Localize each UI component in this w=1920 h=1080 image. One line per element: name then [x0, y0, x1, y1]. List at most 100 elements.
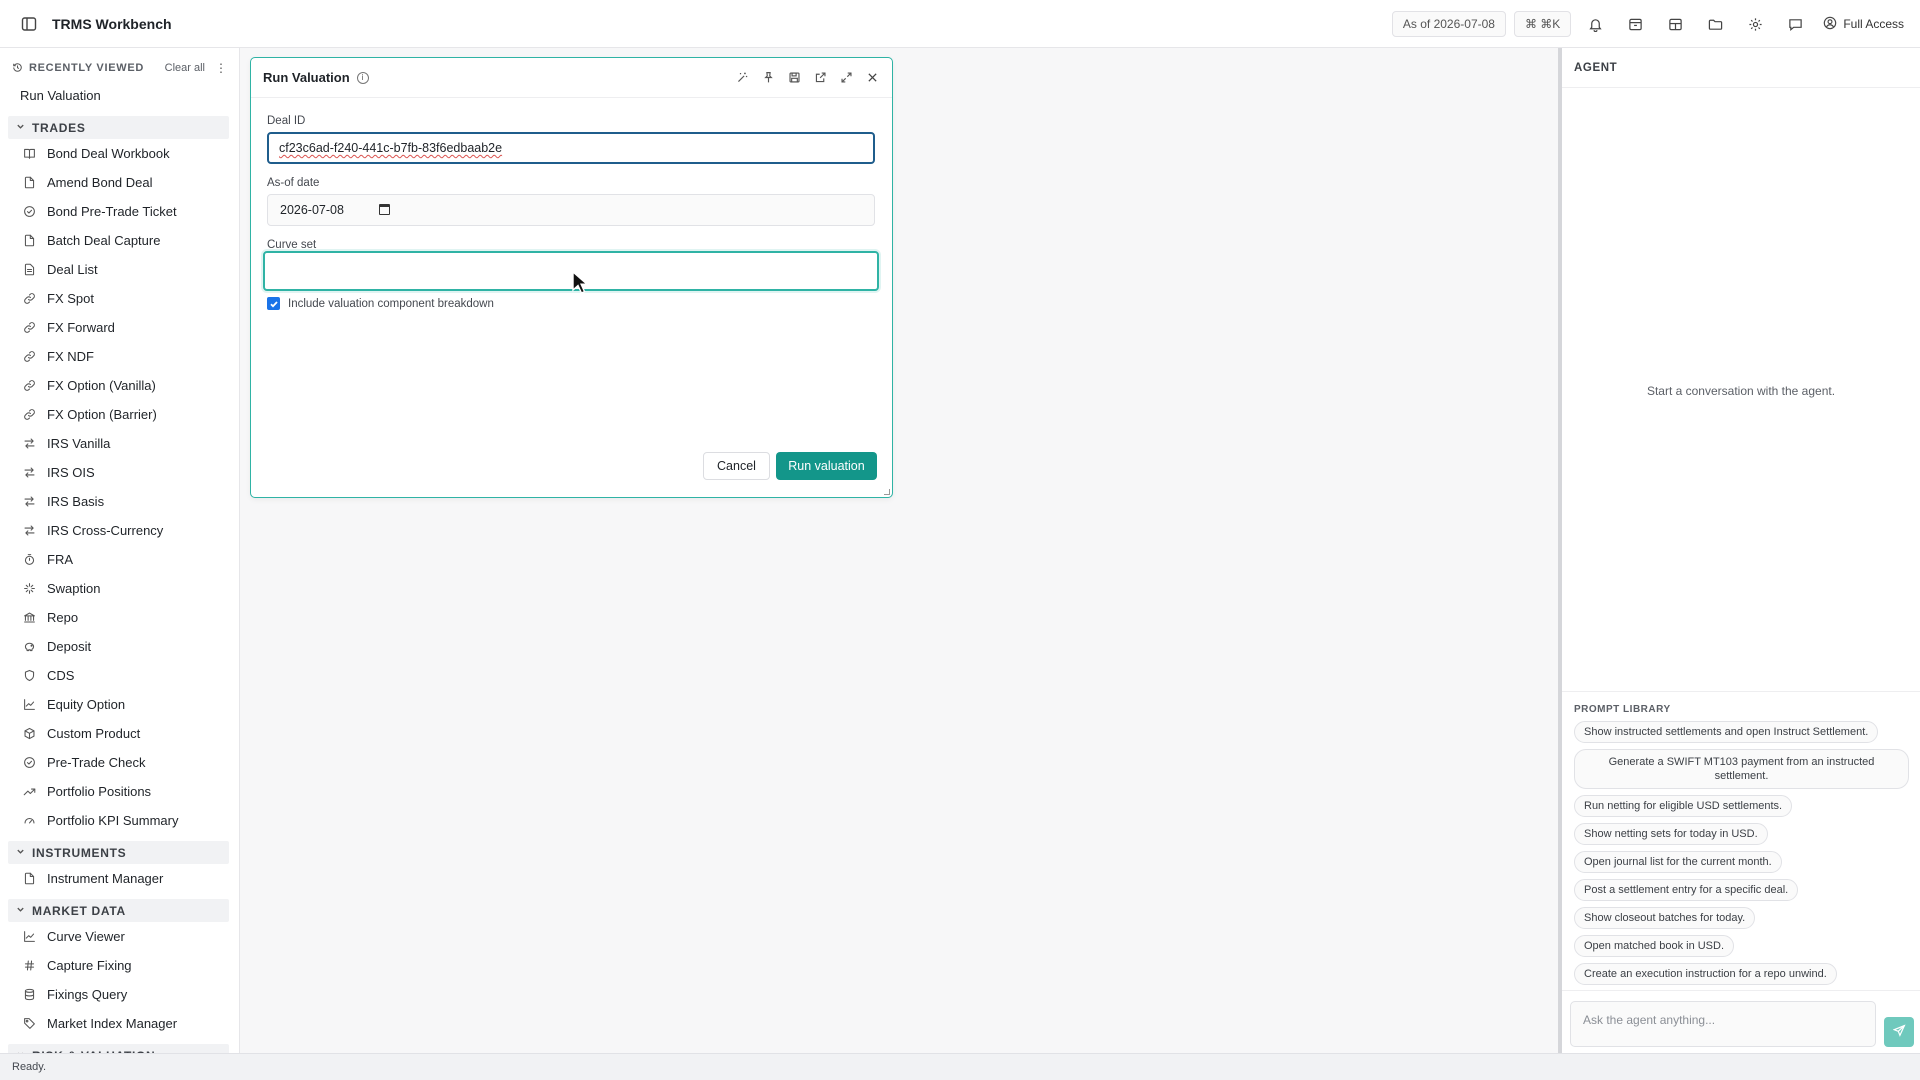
- sparkle-icon: [22, 582, 36, 596]
- sidebar-item[interactable]: FX Option (Vanilla): [0, 371, 239, 400]
- nav-section-header[interactable]: RISK & VALUATION: [8, 1044, 229, 1053]
- sidebar-item-label: IRS OIS: [47, 465, 95, 480]
- command-palette-button[interactable]: ⌘ ⌘K: [1513, 11, 1572, 37]
- link-icon: [22, 321, 36, 335]
- run-valuation-dialog: Run Valuation i Deal ID cf23c6ad-f240-44…: [250, 57, 893, 498]
- recent-item[interactable]: Run Valuation: [0, 81, 239, 110]
- sidebar-item[interactable]: CDS: [0, 661, 239, 690]
- link-icon: [22, 292, 36, 306]
- recently-viewed-header: RECENTLY VIEWED Clear all ⋮: [0, 55, 239, 81]
- magic-wand-icon[interactable]: [734, 70, 750, 86]
- prompt-chip[interactable]: Show closeout batches for today.: [1574, 907, 1756, 929]
- sidebar-item[interactable]: Deposit: [0, 632, 239, 661]
- sidebar-item[interactable]: IRS Vanilla: [0, 429, 239, 458]
- sidebar-item[interactable]: Repo: [0, 603, 239, 632]
- resize-handle[interactable]: [884, 489, 890, 495]
- deal-id-input[interactable]: cf23c6ad-f240-441c-b7fb-83f6edbaab2e: [267, 132, 875, 164]
- pin-icon[interactable]: [760, 70, 776, 86]
- prompt-chip[interactable]: Open matched book in USD.: [1574, 935, 1735, 957]
- sidebar-item[interactable]: IRS Basis: [0, 487, 239, 516]
- history-icon: [12, 61, 23, 76]
- prompt-library: PROMPT LIBRARY Show instructed settlemen…: [1562, 691, 1920, 991]
- kebab-menu-icon[interactable]: ⋮: [215, 61, 227, 75]
- send-button[interactable]: [1884, 1017, 1914, 1047]
- mouse-cursor-icon: [572, 270, 590, 298]
- link-icon: [22, 408, 36, 422]
- sidebar-item[interactable]: FX NDF: [0, 342, 239, 371]
- sidebar-toggle-icon[interactable]: [20, 15, 38, 33]
- sidebar-item[interactable]: FX Option (Barrier): [0, 400, 239, 429]
- close-icon[interactable]: [864, 70, 880, 86]
- nav-section-header[interactable]: INSTRUMENTS: [8, 841, 229, 864]
- chevron-down-icon: [16, 847, 26, 858]
- access-indicator[interactable]: Full Access: [1823, 16, 1904, 33]
- sidebar-item-label: Batch Deal Capture: [47, 233, 161, 248]
- prompt-chip[interactable]: Show netting sets for today in USD.: [1574, 823, 1768, 845]
- prompt-chip[interactable]: Run netting for eligible USD settlements…: [1574, 795, 1793, 817]
- prompt-chip[interactable]: Post a settlement entry for a specific d…: [1574, 879, 1799, 901]
- breakdown-option[interactable]: Include valuation component breakdown: [267, 297, 494, 310]
- sidebar-item-label: IRS Vanilla: [47, 436, 111, 451]
- sidebar-item-label: FX Spot: [47, 291, 94, 306]
- sidebar-item[interactable]: Pre-Trade Check: [0, 748, 239, 777]
- agent-input[interactable]: Ask the agent anything...: [1570, 1001, 1876, 1047]
- cancel-button[interactable]: Cancel: [703, 452, 770, 480]
- external-link-icon[interactable]: [812, 70, 828, 86]
- prompt-chip[interactable]: Show instructed settlements and open Ins…: [1574, 721, 1879, 743]
- gear-icon[interactable]: [1739, 10, 1771, 38]
- run-valuation-button[interactable]: Run valuation: [776, 452, 877, 480]
- prompt-library-title: PROMPT LIBRARY: [1574, 704, 1671, 715]
- nav-section-header[interactable]: MARKET DATA: [8, 899, 229, 922]
- sidebar-item[interactable]: FRA: [0, 545, 239, 574]
- curve-set-input[interactable]: [263, 251, 879, 291]
- send-icon: [1892, 1024, 1906, 1040]
- prompt-chip[interactable]: Generate a SWIFT MT103 payment from an i…: [1574, 749, 1909, 789]
- sidebar-item[interactable]: Capture Fixing: [0, 951, 239, 980]
- access-label: Full Access: [1843, 17, 1904, 31]
- breakdown-checkbox[interactable]: [267, 297, 280, 310]
- nav-section-title: INSTRUMENTS: [32, 845, 127, 860]
- sidebar-item[interactable]: Instrument Manager: [0, 864, 239, 893]
- sidebar-item[interactable]: Portfolio KPI Summary: [0, 806, 239, 835]
- agent-composer: Ask the agent anything...: [1562, 990, 1920, 1053]
- expand-icon[interactable]: [838, 70, 854, 86]
- chat-icon[interactable]: [1779, 10, 1811, 38]
- sidebar-item[interactable]: Curve Viewer: [0, 922, 239, 951]
- calendar-icon[interactable]: [379, 204, 390, 215]
- sidebar-item-label: Instrument Manager: [47, 871, 164, 886]
- sidebar-item[interactable]: Swaption: [0, 574, 239, 603]
- sidebar-item[interactable]: Bond Pre-Trade Ticket: [0, 197, 239, 226]
- sidebar-item-label: Repo: [47, 610, 79, 625]
- sidebar-item[interactable]: FX Spot: [0, 284, 239, 313]
- prompt-chip[interactable]: Create an execution instruction for a re…: [1574, 963, 1837, 985]
- prompt-chip[interactable]: Open journal list for the current month.: [1574, 851, 1782, 873]
- archive-icon[interactable]: [1619, 10, 1651, 38]
- nav-section-header[interactable]: TRADES: [8, 116, 229, 139]
- sidebar-item[interactable]: Custom Product: [0, 719, 239, 748]
- layout-icon[interactable]: [1659, 10, 1691, 38]
- sidebar-item[interactable]: Market Index Manager: [0, 1009, 239, 1038]
- clear-all-button[interactable]: Clear all: [165, 62, 205, 74]
- sidebar-item[interactable]: Fixings Query: [0, 980, 239, 1009]
- box-icon: [22, 727, 36, 741]
- sidebar-item-label: Equity Option: [47, 697, 126, 712]
- breakdown-label: Include valuation component breakdown: [288, 297, 494, 310]
- sidebar-item[interactable]: IRS Cross-Currency: [0, 516, 239, 545]
- sidebar-item-label: Curve Viewer: [47, 929, 125, 944]
- save-icon[interactable]: [786, 70, 802, 86]
- sidebar-item[interactable]: Batch Deal Capture: [0, 226, 239, 255]
- sidebar-item[interactable]: IRS OIS: [0, 458, 239, 487]
- sidebar-item[interactable]: Bond Deal Workbook: [0, 139, 239, 168]
- sidebar-item[interactable]: Portfolio Positions: [0, 777, 239, 806]
- bell-icon[interactable]: [1579, 10, 1611, 38]
- as-of-date-input[interactable]: 2026-07-08: [267, 194, 875, 226]
- sidebar-item[interactable]: Deal List: [0, 255, 239, 284]
- sidebar-item[interactable]: Equity Option: [0, 690, 239, 719]
- info-icon[interactable]: i: [356, 71, 369, 84]
- sidebar-item[interactable]: Amend Bond Deal: [0, 168, 239, 197]
- sidebar-item-label: CDS: [47, 668, 75, 683]
- file-edit-icon: [22, 872, 36, 886]
- folder-icon[interactable]: [1699, 10, 1731, 38]
- as-of-date-badge[interactable]: As of 2026-07-08: [1391, 11, 1506, 37]
- sidebar-item[interactable]: FX Forward: [0, 313, 239, 342]
